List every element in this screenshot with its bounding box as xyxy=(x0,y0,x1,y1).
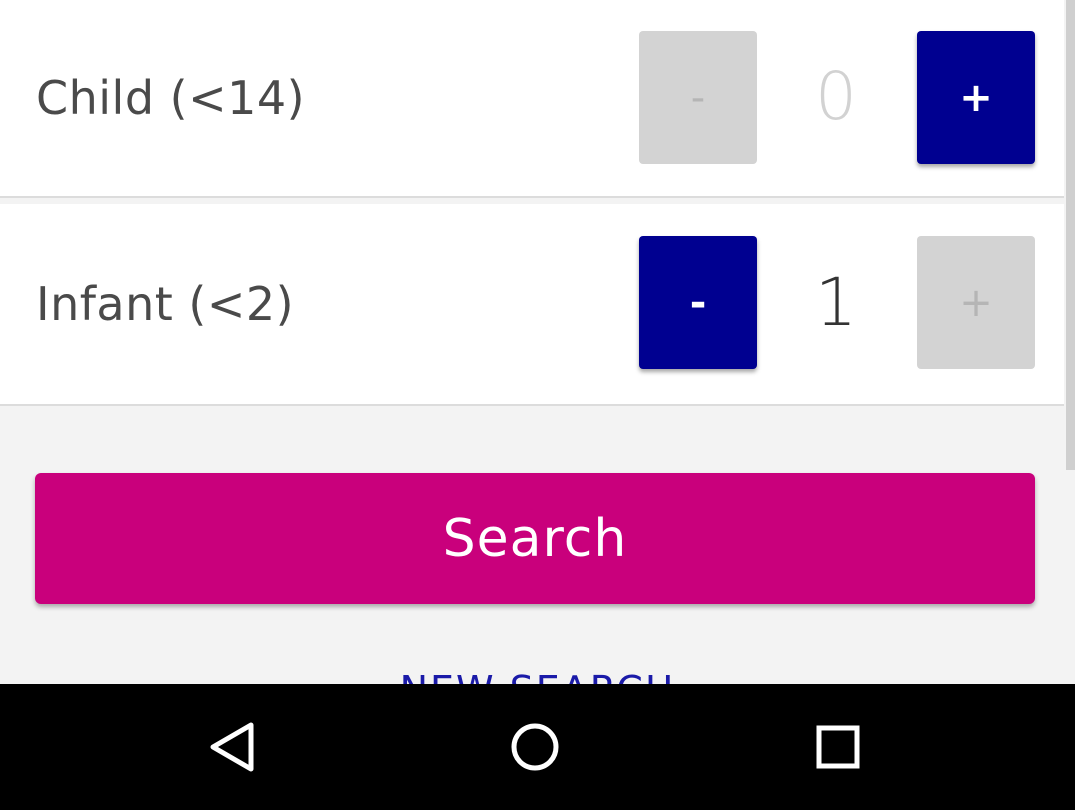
infant-passenger-row: Infant (<2) - 1 + xyxy=(0,204,1064,406)
infant-label: Infant (<2) xyxy=(36,277,295,331)
child-passenger-row: Child (<14) - 0 + xyxy=(0,0,1064,198)
infant-count-value: 1 xyxy=(815,264,857,341)
child-label: Child (<14) xyxy=(36,71,306,125)
back-triangle-icon[interactable] xyxy=(172,684,292,810)
passenger-selector-screen: Child (<14) - 0 + Infant (<2) - 1 + Sear… xyxy=(0,0,1075,810)
home-circle-icon[interactable] xyxy=(475,684,595,810)
child-count-value: 0 xyxy=(815,58,857,135)
child-increment-button[interactable]: + xyxy=(917,31,1035,164)
recents-square-icon[interactable] xyxy=(778,684,898,810)
child-decrement-button[interactable]: - xyxy=(639,31,757,164)
android-navigation-bar xyxy=(0,684,1075,810)
infant-decrement-button[interactable]: - xyxy=(639,236,757,369)
infant-increment-button[interactable]: + xyxy=(917,236,1035,369)
search-button[interactable]: Search xyxy=(35,473,1035,604)
scrollbar[interactable] xyxy=(1066,0,1075,470)
